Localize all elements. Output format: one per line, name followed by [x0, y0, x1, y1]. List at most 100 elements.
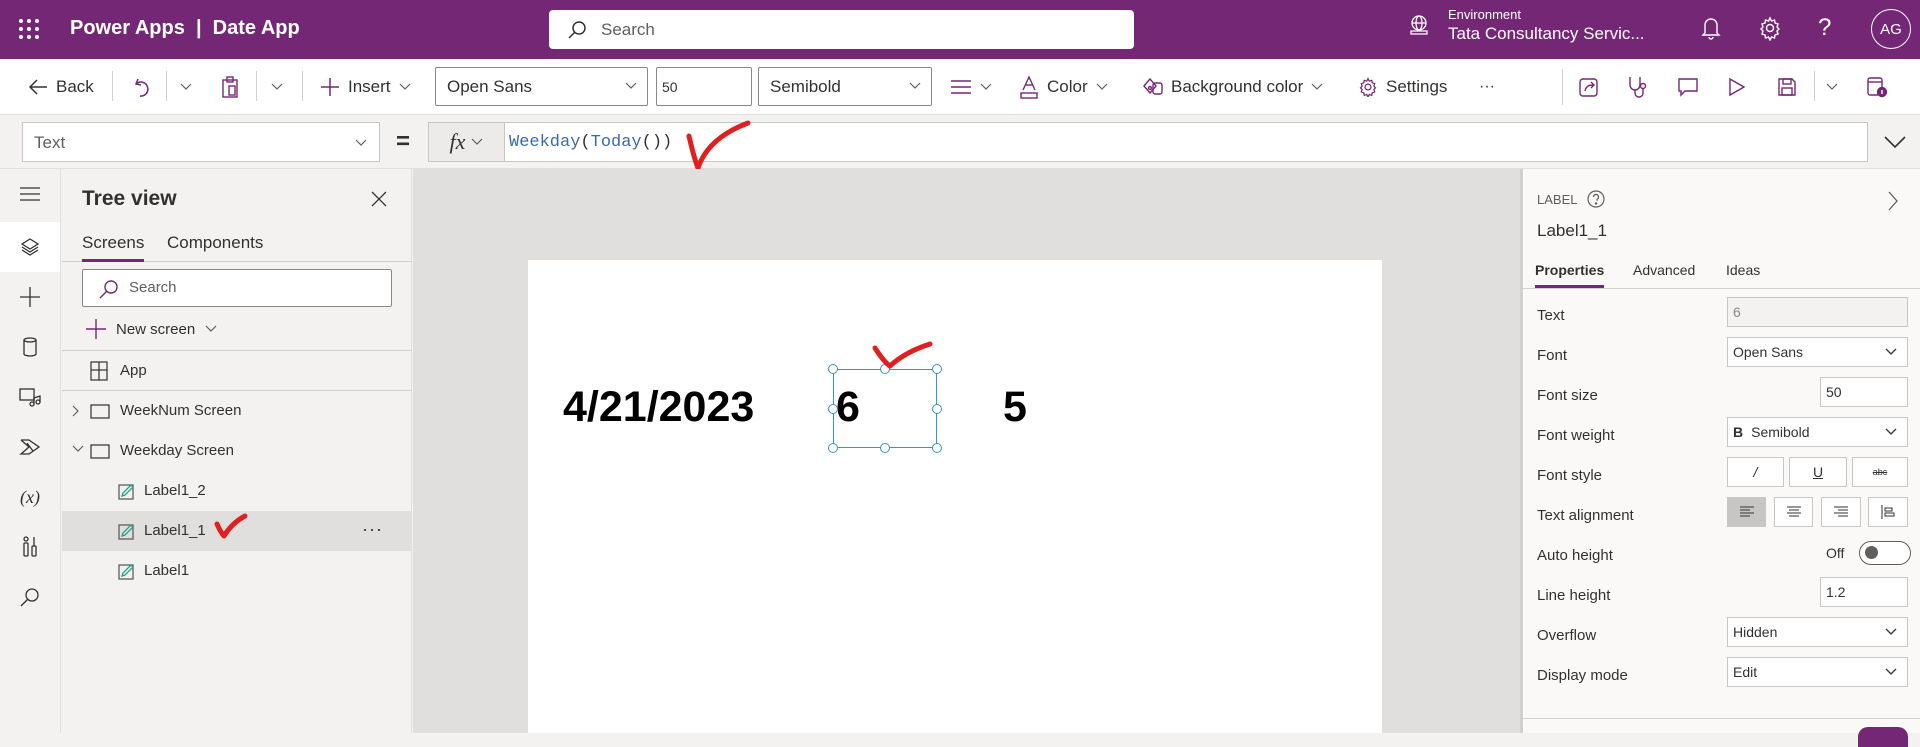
- tree-item-label1[interactable]: Label1: [62, 551, 412, 591]
- insert-button[interactable]: Insert: [320, 59, 411, 115]
- font-size-input[interactable]: 50: [1820, 377, 1908, 407]
- display-mode-dropdown[interactable]: Edit: [1727, 657, 1908, 687]
- tree-item-label1-2[interactable]: Label1_2: [62, 471, 412, 511]
- strikethrough-button[interactable]: abc: [1852, 457, 1908, 487]
- chevron-down-icon: [1885, 348, 1897, 355]
- align-justify-button[interactable]: [1868, 497, 1908, 527]
- resize-handle[interactable]: [932, 404, 942, 414]
- back-button[interactable]: Back: [28, 59, 94, 115]
- resize-handle[interactable]: [932, 443, 942, 453]
- font-weight-dropdown[interactable]: B Semibold: [1727, 417, 1908, 447]
- close-tree-view-button[interactable]: [371, 191, 387, 207]
- property-dropdown[interactable]: Text: [22, 122, 380, 162]
- resize-handle[interactable]: [828, 404, 838, 414]
- text-align-button[interactable]: [950, 59, 992, 115]
- paste-dropdown-button[interactable]: [271, 59, 283, 115]
- screen-icon: [90, 404, 110, 419]
- resize-handle[interactable]: [828, 443, 838, 453]
- tree-item-app[interactable]: App: [62, 351, 412, 391]
- rail-insert[interactable]: [0, 272, 60, 322]
- resize-handle[interactable]: [828, 364, 838, 374]
- weeknum-label[interactable]: 5: [1003, 383, 1027, 432]
- panel-action-button[interactable]: [1858, 727, 1908, 747]
- chevron-right-icon: [1888, 191, 1898, 211]
- help-icon[interactable]: ?: [1818, 14, 1831, 42]
- chevron-right-icon[interactable]: [72, 405, 80, 417]
- font-family-dropdown[interactable]: Open Sans: [435, 67, 648, 106]
- font-weight-value: Semibold: [770, 76, 841, 96]
- global-search-input[interactable]: [601, 18, 1101, 42]
- comments-button[interactable]: [1677, 59, 1699, 115]
- align-justify-icon: [1881, 505, 1895, 519]
- color-button[interactable]: Color: [1019, 59, 1108, 115]
- font-size-input[interactable]: 50: [656, 67, 752, 106]
- tab-properties[interactable]: Properties: [1535, 262, 1605, 288]
- save-dropdown-button[interactable]: [1826, 59, 1838, 115]
- preview-play-button[interactable]: [1728, 59, 1746, 115]
- app-screen[interactable]: [528, 260, 1382, 733]
- new-screen-button[interactable]: New screen: [86, 314, 217, 344]
- background-color-button[interactable]: Background color: [1141, 59, 1323, 115]
- auto-height-toggle[interactable]: [1859, 541, 1911, 565]
- clipboard-icon: [222, 76, 238, 98]
- align-right-button[interactable]: [1821, 497, 1861, 527]
- tab-components[interactable]: Components: [167, 233, 263, 259]
- text-input[interactable]: 6: [1727, 297, 1908, 327]
- chevron-down-icon[interactable]: [72, 445, 84, 453]
- rail-media[interactable]: [0, 372, 60, 422]
- equals-sign: =: [396, 128, 411, 155]
- selection-box[interactable]: [828, 364, 942, 453]
- font-weight-dropdown[interactable]: Semibold: [758, 67, 932, 106]
- settings-gear-icon[interactable]: [1758, 15, 1782, 41]
- date-label[interactable]: 4/21/2023: [563, 383, 754, 432]
- undo-dropdown-button[interactable]: [180, 59, 192, 115]
- control-name[interactable]: Label1_1: [1537, 221, 1607, 241]
- rail-menu[interactable]: [0, 169, 60, 219]
- environment-name[interactable]: Tata Consultancy Servic...: [1448, 24, 1645, 44]
- rail-power-automate[interactable]: [0, 422, 60, 472]
- prop-label: Font size: [1537, 387, 1598, 404]
- fill-bucket-icon: [1143, 77, 1163, 95]
- rail-advanced-tools[interactable]: [0, 522, 60, 572]
- share-button[interactable]: [1578, 59, 1600, 115]
- notifications-bell-icon[interactable]: [1700, 15, 1722, 41]
- toolbar-divider: [1562, 69, 1563, 105]
- publish-button[interactable]: [1866, 59, 1888, 115]
- expand-formula-bar-button[interactable]: [1883, 135, 1907, 149]
- paste-button[interactable]: [221, 59, 239, 115]
- overflow-dropdown[interactable]: Hidden: [1727, 617, 1908, 647]
- rail-tree-view[interactable]: [0, 222, 60, 272]
- undo-button[interactable]: [134, 59, 152, 115]
- align-left-button[interactable]: [1727, 497, 1766, 527]
- resize-handle[interactable]: [880, 443, 890, 453]
- more-options-button[interactable]: ···: [362, 519, 383, 540]
- align-center-button[interactable]: [1774, 497, 1813, 527]
- italic-button[interactable]: /: [1727, 457, 1784, 487]
- more-commands-button[interactable]: ···: [1479, 59, 1495, 115]
- line-height-input[interactable]: 1.2: [1820, 577, 1908, 607]
- tab-ideas[interactable]: Ideas: [1726, 262, 1760, 285]
- help-circle-icon[interactable]: [1587, 190, 1606, 208]
- tree-item-weekday-screen[interactable]: Weekday Screen: [62, 431, 412, 471]
- settings-button[interactable]: Settings: [1358, 59, 1447, 115]
- tree-search[interactable]: [82, 269, 392, 307]
- user-avatar[interactable]: AG: [1871, 9, 1911, 49]
- collapse-panel-button[interactable]: [1888, 191, 1898, 211]
- fx-button[interactable]: fx: [428, 122, 504, 162]
- tree-item-weeknum-screen[interactable]: WeekNum Screen: [62, 391, 412, 431]
- underline-button[interactable]: U: [1789, 457, 1847, 487]
- save-button[interactable]: [1777, 59, 1797, 115]
- font-dropdown[interactable]: Open Sans: [1727, 337, 1908, 367]
- rail-search[interactable]: [0, 572, 60, 622]
- tab-advanced[interactable]: Advanced: [1633, 262, 1695, 285]
- rail-variables[interactable]: (x): [0, 472, 60, 522]
- comment-icon: [1678, 78, 1698, 97]
- app-launcher-icon[interactable]: [18, 18, 40, 40]
- global-search[interactable]: [549, 10, 1134, 49]
- app-checker-button[interactable]: [1627, 59, 1649, 115]
- tab-screens[interactable]: Screens: [82, 233, 145, 262]
- formula-function: Today: [590, 133, 642, 152]
- prop-label: Font weight: [1537, 427, 1615, 444]
- tree-search-input[interactable]: [129, 279, 379, 296]
- rail-data[interactable]: [0, 322, 60, 372]
